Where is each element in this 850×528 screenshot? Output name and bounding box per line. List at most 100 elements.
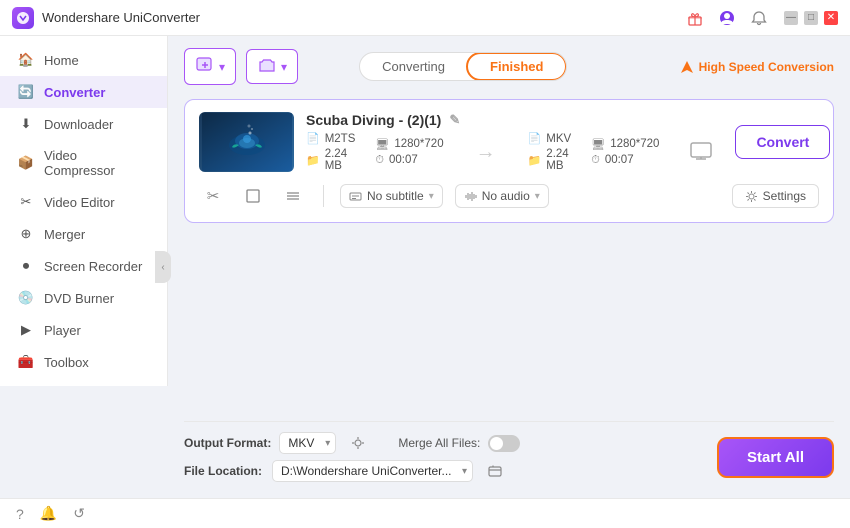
- sidebar-item-converter[interactable]: 🔄 Converter: [0, 76, 167, 108]
- output-format-label: Output Format:: [184, 436, 271, 450]
- content-area: ▾ ▾ Converting Finished High Speed Conve…: [168, 36, 850, 498]
- output-format-wrapper: MKV MP4 AVI: [279, 432, 336, 454]
- sidebar-item-downloader[interactable]: ⬇ Downloader: [0, 108, 167, 140]
- add-files-button[interactable]: ▾: [184, 48, 236, 85]
- user-icon[interactable]: [718, 9, 736, 27]
- app-logo: [12, 7, 34, 29]
- target-file-icon: 📄: [528, 132, 542, 145]
- sidebar-item-video-compressor[interactable]: 📦 Video Compressor: [0, 140, 167, 186]
- source-size: 2.24 MB: [325, 148, 356, 172]
- sidebar-label-dvd-burner: DVD Burner: [44, 291, 114, 306]
- add-files-dropdown[interactable]: ▾: [219, 60, 225, 74]
- effects-icon-button[interactable]: [279, 182, 307, 210]
- sidebar-collapse-button[interactable]: ‹: [155, 251, 171, 283]
- crop-icon-button[interactable]: [239, 182, 267, 210]
- convert-button[interactable]: Convert: [735, 125, 830, 159]
- file-location-browse-icon[interactable]: [487, 463, 503, 479]
- sidebar-item-screen-recorder[interactable]: ⏺ Screen Recorder: [0, 250, 167, 282]
- sidebar-label-home: Home: [44, 53, 79, 68]
- tab-finished[interactable]: Finished: [466, 52, 567, 81]
- sidebar-label-toolbox: Toolbox: [44, 355, 89, 370]
- merge-files-toggle[interactable]: [488, 435, 520, 452]
- target-size: 2.24 MB: [546, 148, 571, 172]
- bottom-bar: Output Format: MKV MP4 AVI Merge All Fil…: [184, 421, 834, 486]
- sidebar-item-home[interactable]: 🏠 Home: [0, 44, 167, 76]
- resolution-icon: 🖥: [375, 138, 389, 151]
- add-file-icon: [195, 54, 215, 79]
- add-url-button[interactable]: ▾: [246, 49, 298, 84]
- tab-converting[interactable]: Converting: [360, 53, 467, 80]
- high-speed-label: High Speed Conversion: [699, 60, 834, 74]
- target-clock-icon: ⏱: [591, 154, 600, 167]
- subtitle-select[interactable]: No subtitle ▾: [340, 184, 443, 208]
- sidebar-item-toolbox[interactable]: 🧰 Toolbox: [0, 346, 167, 378]
- sidebar-label-merger: Merger: [44, 227, 85, 242]
- device-icon-area: [679, 138, 723, 166]
- high-speed-conversion[interactable]: High Speed Conversion: [680, 60, 834, 74]
- sidebar-item-merger[interactable]: ⊕ Merger: [0, 218, 167, 250]
- start-all-button[interactable]: Start All: [717, 437, 834, 478]
- cut-icon-button[interactable]: ✂: [199, 182, 227, 210]
- content-spacer: [184, 223, 834, 421]
- sidebar: 🏠 Home 🔄 Converter ⬇ Downloader 📦 Video …: [0, 36, 168, 386]
- file-location-label: File Location:: [184, 464, 264, 478]
- audio-select[interactable]: No audio ▾: [455, 184, 549, 208]
- source-duration-row: ⏱ 00:07: [375, 154, 443, 167]
- file-tools: ✂ No subtitle ▾ No audio: [199, 182, 819, 210]
- target-meta: 📄 MKV 📁 2.24 MB: [528, 132, 572, 172]
- video-editor-icon: ✂: [18, 194, 34, 210]
- target-resolution: 1280*720: [610, 138, 659, 150]
- gift-icon[interactable]: [686, 9, 704, 27]
- downloader-icon: ⬇: [18, 116, 34, 132]
- bottom-left: Output Format: MKV MP4 AVI Merge All Fil…: [184, 432, 697, 482]
- status-bar: ? 🔔 ↺: [0, 498, 850, 528]
- subtitle-dropdown-arrow: ▾: [429, 191, 434, 202]
- output-format-settings-icon[interactable]: [350, 435, 366, 451]
- player-icon: ▶: [18, 322, 34, 338]
- source-resolution-row: 🖥 1280*720: [375, 138, 443, 151]
- target-size-icon: 📁: [528, 154, 542, 167]
- conversion-arrow: →: [464, 141, 508, 164]
- sidebar-label-video-compressor: Video Compressor: [44, 148, 149, 178]
- file-icon: 📄: [306, 132, 320, 145]
- audio-label: No audio: [482, 189, 530, 203]
- add-url-dropdown[interactable]: ▾: [281, 60, 287, 74]
- titlebar: Wondershare UniConverter — □ ✕: [0, 0, 850, 36]
- edit-title-icon[interactable]: ✎: [449, 112, 460, 128]
- app-title: Wondershare UniConverter: [42, 10, 686, 25]
- sidebar-item-dvd-burner[interactable]: 💿 DVD Burner: [0, 282, 167, 314]
- camera-icon: [257, 55, 277, 78]
- dvd-burner-icon: 💿: [18, 290, 34, 306]
- bell-icon[interactable]: [750, 9, 768, 27]
- notification-icon[interactable]: 🔔: [40, 505, 57, 522]
- source-meta2: 🖥 1280*720 ⏱ 00:07: [375, 138, 443, 167]
- sidebar-item-player[interactable]: ▶ Player: [0, 314, 167, 346]
- source-resolution: 1280*720: [394, 138, 443, 150]
- output-format-select[interactable]: MKV MP4 AVI: [279, 432, 336, 454]
- sidebar-label-converter: Converter: [44, 85, 105, 100]
- tab-group: Converting Finished: [359, 52, 567, 81]
- minimize-button[interactable]: —: [784, 11, 798, 25]
- target-duration: 00:07: [605, 154, 634, 166]
- top-toolbar: ▾ ▾ Converting Finished High Speed Conve…: [184, 48, 834, 85]
- target-resolution-row: 🖥 1280*720: [591, 138, 659, 151]
- close-button[interactable]: ✕: [824, 11, 838, 25]
- maximize-button[interactable]: □: [804, 11, 818, 25]
- merge-files-group: Merge All Files:: [398, 435, 520, 452]
- toolbox-icon: 🧰: [18, 354, 34, 370]
- size-icon: 📁: [306, 154, 320, 167]
- device-icon: [687, 138, 715, 166]
- output-format-row: Output Format: MKV MP4 AVI Merge All Fil…: [184, 432, 697, 454]
- target-meta2: 🖥 1280*720 ⏱ 00:07: [591, 138, 659, 167]
- file-location-select[interactable]: D:\Wondershare UniConverter...: [272, 460, 473, 482]
- sidebar-item-video-editor[interactable]: ✂ Video Editor: [0, 186, 167, 218]
- help-icon[interactable]: ?: [16, 506, 24, 522]
- source-meta: 📄 M2TS 📁 2.24 MB: [306, 132, 355, 172]
- target-res-icon: 🖥: [591, 138, 605, 151]
- main-layout: 🏠 Home 🔄 Converter ⬇ Downloader 📦 Video …: [0, 36, 850, 498]
- settings-button[interactable]: Settings: [732, 184, 819, 208]
- feedback-icon[interactable]: ↺: [73, 505, 85, 522]
- sidebar-label-video-editor: Video Editor: [44, 195, 115, 210]
- window-controls: — □ ✕: [784, 11, 838, 25]
- screen-recorder-icon: ⏺: [18, 258, 34, 274]
